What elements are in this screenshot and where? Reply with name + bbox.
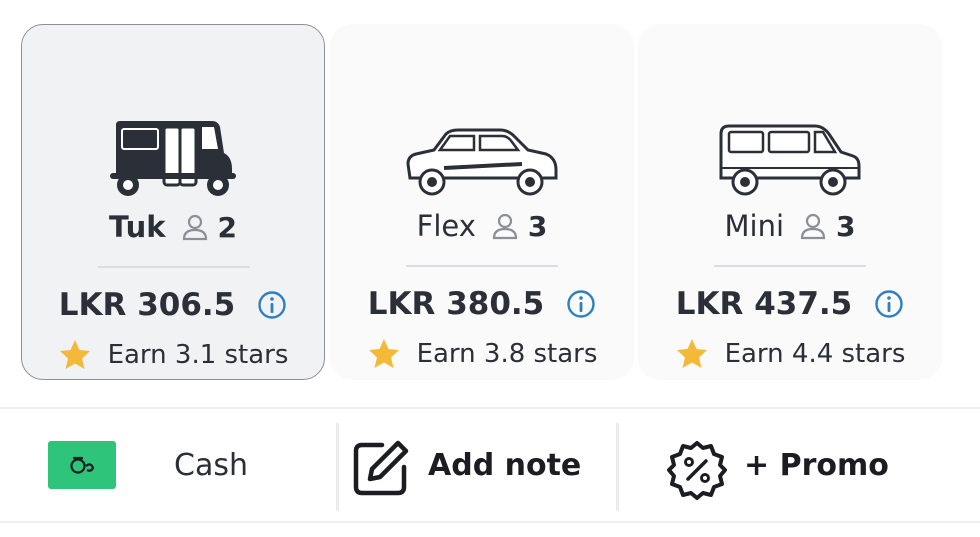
seat-count: 2 <box>217 210 237 244</box>
person-icon <box>492 213 517 240</box>
ride-name: Tuk <box>108 210 166 244</box>
ride-name: Mini <box>724 209 785 243</box>
person-icon <box>800 213 826 240</box>
stars-row: Earn 3.1 stars <box>22 335 324 375</box>
payment-method-label: Cash <box>174 447 248 483</box>
price-row: LKR 437.5 <box>638 282 942 326</box>
ride-option-flex[interactable]: Flex 3 LKR 380.5 Earn 3.8 stars <box>330 24 634 380</box>
ride-options-list: Tuk 2 LKR 306.5 Earn 3.1 stars Flex 3 LK… <box>0 0 980 400</box>
earn-stars-text: Earn 3.1 stars <box>107 340 289 370</box>
bottom-action-bar: Cash Add note + Promo <box>0 407 980 523</box>
cash-icon <box>48 441 116 489</box>
ride-option-mini[interactable]: Mini 3 LKR 437.5 Earn 4.4 stars <box>638 24 942 380</box>
card-divider <box>406 265 558 267</box>
earn-stars-text: Earn 3.8 stars <box>416 339 598 369</box>
ride-price: LKR 437.5 <box>675 286 853 322</box>
price-row: LKR 306.5 <box>22 283 324 327</box>
ride-price: LKR 380.5 <box>367 286 545 322</box>
ride-price: LKR 306.5 <box>58 287 236 323</box>
info-icon[interactable] <box>874 289 904 319</box>
info-icon[interactable] <box>257 290 287 320</box>
card-divider <box>714 265 866 267</box>
seat-count: 3 <box>836 209 856 243</box>
seat-count: 3 <box>527 209 548 243</box>
hatchback-car-icon <box>406 128 558 196</box>
ride-name: Flex <box>416 209 476 243</box>
tuk-tuk-icon <box>110 121 236 196</box>
vehicle-image-flex <box>330 94 634 198</box>
price-row: LKR 380.5 <box>330 282 634 326</box>
edit-note-icon <box>353 440 409 496</box>
promo-badge-icon <box>667 441 727 500</box>
add-note-label: Add note <box>428 447 582 483</box>
card-divider <box>98 266 250 268</box>
divider <box>336 423 339 511</box>
ride-option-tuk[interactable]: Tuk 2 LKR 306.5 Earn 3.1 stars <box>21 24 325 380</box>
star-icon <box>676 339 707 368</box>
divider <box>616 423 619 511</box>
star-icon <box>59 340 90 369</box>
ride-title-row: Tuk 2 <box>22 205 324 249</box>
minivan-icon <box>719 124 861 196</box>
ride-title-row: Flex 3 <box>330 204 634 248</box>
info-icon[interactable] <box>566 289 596 319</box>
ride-title-row: Mini 3 <box>638 204 942 248</box>
vehicle-image-mini <box>638 94 942 198</box>
person-icon <box>182 214 207 241</box>
earn-stars-text: Earn 4.4 stars <box>724 339 906 369</box>
stars-row: Earn 3.8 stars <box>330 334 634 374</box>
stars-row: Earn 4.4 stars <box>638 334 942 374</box>
promo-label: + Promo <box>744 447 889 483</box>
vehicle-image-tuk <box>22 95 324 199</box>
star-icon <box>368 339 399 368</box>
payment-method-button[interactable]: Cash <box>0 409 336 521</box>
